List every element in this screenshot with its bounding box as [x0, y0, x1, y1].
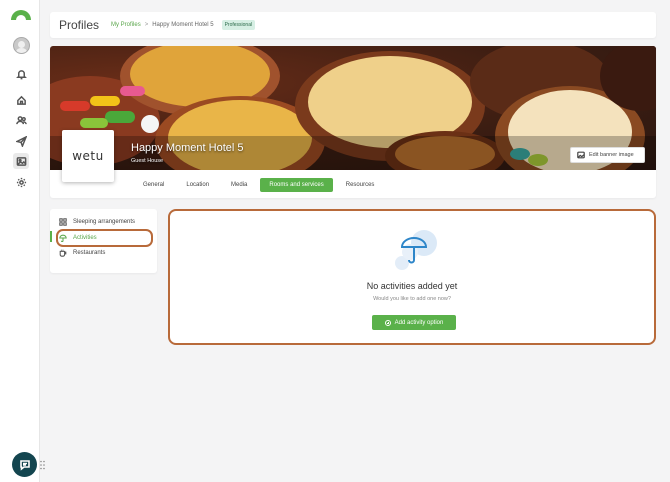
- page-title: Profiles: [59, 18, 100, 32]
- chat-bubble-icon: [19, 459, 30, 471]
- breadcrumb-current: Happy Moment Hotel 5: [152, 22, 214, 28]
- breadcrumb-separator: >: [144, 22, 149, 28]
- empty-state-title: No activities added yet: [366, 281, 458, 291]
- edit-banner-button[interactable]: Edit banner image: [570, 147, 645, 163]
- image-gallery-icon[interactable]: [13, 153, 29, 169]
- user-avatar[interactable]: [13, 37, 30, 54]
- activities-panel: No activities added yet Would you like t…: [168, 209, 656, 345]
- page-header: Profiles My Profiles > Happy Moment Hote…: [50, 12, 656, 38]
- send-icon[interactable]: [13, 133, 29, 149]
- highlight-activities-outline: [56, 229, 153, 247]
- tab-resources[interactable]: Resources: [337, 178, 384, 192]
- drag-handle-icon[interactable]: [40, 460, 45, 470]
- brand-logo-icon[interactable]: [10, 8, 32, 20]
- active-indicator: [50, 231, 52, 242]
- hotel-logo[interactable]: wetu: [62, 130, 114, 182]
- notifications-bell-icon[interactable]: [13, 66, 29, 82]
- side-item-restaurants[interactable]: Restaurants: [59, 249, 105, 257]
- grid-icon: [59, 218, 67, 226]
- profile-card: wetu Happy Moment Hotel 5 Guest House Ed…: [50, 46, 656, 198]
- side-item-label: Sleeping arrangements: [73, 219, 136, 225]
- plan-badge: Professional: [221, 20, 256, 30]
- chat-support-button[interactable]: [12, 452, 37, 477]
- hotel-type: Guest House: [131, 158, 164, 164]
- add-activity-label: Add activity option: [394, 319, 444, 326]
- tab-media[interactable]: Media: [222, 178, 256, 192]
- tab-location[interactable]: Location: [177, 178, 218, 192]
- add-activity-button[interactable]: Add activity option: [372, 315, 456, 330]
- empty-state-subtitle: Would you like to add one now?: [373, 296, 451, 302]
- side-item-label: Restaurants: [73, 250, 106, 256]
- hotel-name: Happy Moment Hotel 5: [131, 142, 244, 154]
- users-icon[interactable]: [13, 112, 29, 128]
- left-nav-rail: [0, 0, 40, 482]
- settings-gear-icon[interactable]: [13, 174, 29, 190]
- plus-circle-icon: [384, 319, 391, 326]
- cup-icon: [59, 249, 67, 257]
- image-icon: [577, 151, 585, 159]
- breadcrumb-my-profiles[interactable]: My Profiles: [111, 22, 141, 28]
- umbrella-illustration-icon: [395, 230, 437, 270]
- home-icon[interactable]: [13, 92, 29, 108]
- profile-tabs: General Location Media Rooms and service…: [134, 178, 387, 192]
- edit-banner-label: Edit banner image: [589, 152, 634, 158]
- tab-general[interactable]: General: [134, 178, 173, 192]
- tab-rooms-and-services[interactable]: Rooms and services: [260, 178, 333, 192]
- side-item-sleeping-arrangements[interactable]: Sleeping arrangements: [59, 218, 135, 226]
